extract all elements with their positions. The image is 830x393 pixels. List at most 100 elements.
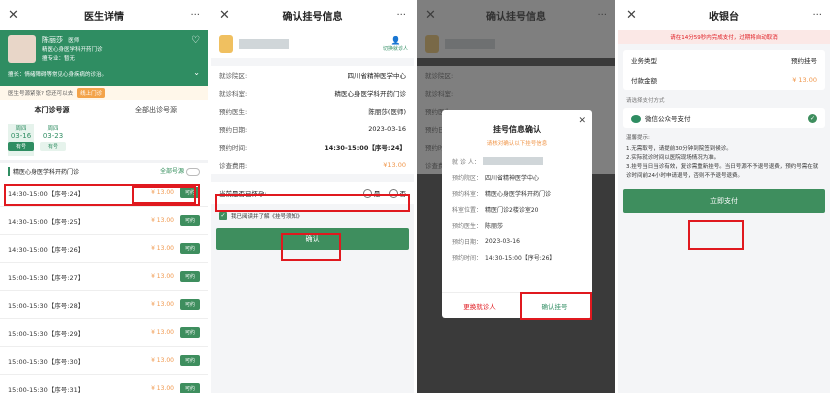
- switch-patient-button[interactable]: 👤 切换就诊人: [383, 36, 408, 52]
- modal-title: 挂号信息确认: [493, 125, 541, 134]
- confirm-modal: ✕ 挂号信息确认 请核对确认以下挂号信息 就 诊 人： 预约院区： 四川省精神医学…: [442, 110, 592, 318]
- slot-time: 15:00-15:30【序号:30】: [8, 357, 85, 366]
- modal-row: 预约医生： 陈丽莎: [452, 222, 504, 230]
- highlight-box: [520, 292, 592, 320]
- slot-price: ¥ 13.00: [151, 329, 174, 336]
- header: ✕ 确认挂号信息 ···: [211, 0, 414, 30]
- slot-time: 14:30-15:00【序号:25】: [8, 217, 85, 226]
- page-title: 收银台: [709, 11, 739, 23]
- patient-bar: 👤 切换就诊人: [211, 30, 414, 58]
- tab-all-sources[interactable]: 全部出诊号源: [104, 105, 208, 115]
- header: ✕ 医生详情 ···: [0, 0, 208, 30]
- book-button[interactable]: 可约: [179, 327, 200, 338]
- info-row: 就诊院区: 四川省精神医学中心: [211, 66, 414, 84]
- wechat-icon: [631, 115, 641, 123]
- info-row: 付款金额 ¥ 13.00: [631, 76, 817, 85]
- agree-checkbox[interactable]: ✓: [219, 212, 227, 220]
- book-button[interactable]: 可约: [179, 299, 200, 310]
- payment-method-title: 请选择支付方式: [626, 98, 665, 104]
- user-icon: 👤: [390, 36, 401, 45]
- patient-avatar: [425, 35, 439, 53]
- tip-item: 2.实际就诊时间以医院现场情况为准。: [626, 155, 720, 161]
- section-dept: 精医心身医学科开药门诊: [8, 166, 79, 176]
- favorite-heart-icon[interactable]: ♡: [191, 35, 200, 46]
- page-title: 医生详情: [84, 11, 124, 23]
- all-sources-toggle[interactable]: [186, 167, 200, 176]
- slot-row[interactable]: 15:00-15:30【序号:28】 ¥ 13.00 可约: [0, 291, 208, 319]
- check-icon: ✓: [808, 113, 817, 123]
- notice-bar: 医生号源紧张? 您还可以去 线上门诊: [0, 86, 208, 100]
- confirm-dialog-screen: ✕ 确认挂号信息 ··· 就诊院区: 就诊科室: 预约医生: 预约日期: 预约时…: [417, 0, 615, 393]
- date-availability: 有号: [8, 142, 34, 151]
- info-row: 就诊院区:: [417, 66, 615, 84]
- modal-row: 科室位置： 精医门诊2楼诊室20: [452, 206, 539, 214]
- highlight-box: [281, 233, 341, 261]
- modal-row: 预约院区： 四川省精神医学中心: [452, 174, 540, 182]
- patient-name-redacted: [239, 39, 289, 49]
- info-row: 预约医生: 陈丽莎(医师): [211, 102, 414, 120]
- agree-text: 我已阅读并了解《挂号须知》: [231, 214, 303, 220]
- payment-method-wechat[interactable]: 微信公众号支付 ✓: [623, 108, 825, 128]
- close-icon[interactable]: ✕: [425, 8, 443, 23]
- modal-row: 预约科室： 精医心身医学科开药门诊: [452, 190, 552, 198]
- close-icon[interactable]: ✕: [626, 8, 644, 23]
- book-button[interactable]: 可约: [179, 355, 200, 366]
- book-button[interactable]: 可约: [179, 243, 200, 254]
- info-row: 预约日期: 2023-03-16: [211, 120, 414, 138]
- switch-patient-label: 切换就诊人: [382, 46, 408, 52]
- patient-avatar: [219, 35, 233, 53]
- tip-item: 3.挂号当日当诊有效，复诊需重新挂号。当日号源不予退号退费，预约号需在就诊时间前…: [626, 164, 819, 179]
- date-week: 周四: [47, 126, 59, 132]
- more-icon[interactable]: ···: [589, 10, 607, 21]
- book-button[interactable]: 可约: [179, 215, 200, 226]
- slot-time: 15:00-15:30【序号:28】: [8, 301, 85, 310]
- slot-row[interactable]: 15:00-15:30【序号:30】 ¥ 13.00 可约: [0, 347, 208, 375]
- patient-bar: [417, 30, 615, 58]
- close-icon[interactable]: ✕: [578, 116, 586, 126]
- notice-text: 医生号源紧张? 您还可以去: [8, 91, 74, 97]
- page-title: 确认挂号信息: [282, 11, 343, 23]
- slot-price: ¥ 13.00: [151, 273, 174, 280]
- close-icon[interactable]: ✕: [219, 8, 237, 23]
- slot-row[interactable]: 15:00-15:30【序号:29】 ¥ 13.00 可约: [0, 319, 208, 347]
- more-icon[interactable]: ···: [388, 10, 406, 21]
- slot-row[interactable]: 15:00-15:30【序号:27】 ¥ 13.00 可约: [0, 263, 208, 291]
- header: ✕ 收银台 ···: [618, 0, 830, 30]
- highlight-box: [215, 194, 410, 212]
- date-item[interactable]: 周四 03-16 有号: [8, 124, 34, 156]
- info-row: 诊查费用: ¥13.00: [211, 156, 414, 174]
- info-row: 就诊科室:: [417, 84, 615, 102]
- chevron-down-icon[interactable]: ⌄: [193, 68, 200, 77]
- slot-row[interactable]: 14:30-15:00【序号:25】 ¥ 13.00 可约: [0, 207, 208, 235]
- section-header: 精医心身医学科开药门诊 全部号源: [0, 163, 208, 179]
- more-icon[interactable]: ···: [804, 10, 822, 21]
- header: ✕ 确认挂号信息 ···: [417, 0, 615, 30]
- slot-time: 15:00-15:30【序号:27】: [8, 273, 85, 282]
- spec-label: 擅专业：: [42, 56, 65, 62]
- good-at: 擅长：情绪障碍等常见心身疾病的诊治。: [8, 72, 108, 78]
- book-button[interactable]: 可约: [179, 383, 200, 393]
- slot-price: ¥ 13.00: [151, 357, 174, 364]
- all-sources-toggle-label: 全部号源: [159, 168, 184, 176]
- order-summary: 业务类型 预约挂号 付款金额 ¥ 13.00: [623, 50, 825, 90]
- close-icon[interactable]: ✕: [8, 8, 26, 23]
- patient-name-redacted: [445, 39, 495, 49]
- more-icon[interactable]: ···: [182, 10, 200, 21]
- confirm-registration-screen: ✕ 确认挂号信息 ··· 👤 切换就诊人 就诊院区: 四川省精神医学中心 就诊科室…: [211, 0, 414, 393]
- highlight-box: [688, 220, 744, 250]
- date-item[interactable]: 周四 03-23 有号: [40, 124, 66, 156]
- slot-row[interactable]: 15:00-15:30【序号:31】 ¥ 13.00 可约: [0, 375, 208, 393]
- change-patient-button[interactable]: 更换就诊人: [442, 293, 517, 318]
- modal-row: 预约时间： 14:30-15:00【序号:26】: [452, 254, 556, 262]
- slot-time: 15:00-15:30【序号:29】: [8, 329, 85, 338]
- book-button[interactable]: 可约: [179, 271, 200, 282]
- pay-now-button[interactable]: 立即支付: [623, 189, 825, 213]
- doctor-detail-screen: ✕ 医生详情 ··· 陈丽莎 医师 精医心身医学科开药门诊 擅专业：暂无 擅长：…: [0, 0, 208, 393]
- tab-this-clinic[interactable]: 本门诊号源: [0, 105, 104, 115]
- slot-row[interactable]: 14:30-15:00【序号:26】 ¥ 13.00 可约: [0, 235, 208, 263]
- doctor-dept: 精医心身医学科开药门诊: [42, 47, 103, 53]
- online-clinic-button[interactable]: 线上门诊: [77, 88, 106, 98]
- info-row: 业务类型 预约挂号: [631, 57, 817, 65]
- doctor-card: 陈丽莎 医师 精医心身医学科开药门诊 擅专业：暂无 擅长：情绪障碍等常见心身疾病…: [0, 30, 208, 86]
- modal-row: 就 诊 人：: [442, 153, 592, 169]
